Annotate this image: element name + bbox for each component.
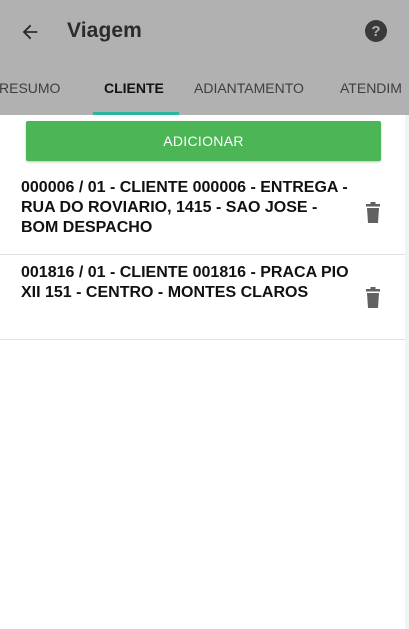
app-bar: Viagem ? RESUMO CLIENTE ADIANTAMENTO ATE… [0, 0, 409, 115]
list-item[interactable]: 000006 / 01 - CLIENTE 000006 - ENTREGA -… [0, 170, 409, 255]
page-title: Viagem [67, 19, 142, 42]
help-circle-icon: ? [371, 22, 381, 40]
back-button[interactable] [16, 18, 44, 46]
add-button[interactable]: ADICIONAR [26, 121, 381, 161]
trash-icon[interactable] [365, 202, 381, 224]
arrow-left-icon [22, 24, 38, 40]
active-tab-indicator [93, 112, 179, 115]
list-item-label: 000006 / 01 - CLIENTE 000006 - ENTREGA -… [21, 179, 348, 236]
client-list: 000006 / 01 - CLIENTE 000006 - ENTREGA -… [0, 170, 409, 340]
tab-cliente[interactable]: CLIENTE [104, 64, 164, 115]
tab-bar: RESUMO CLIENTE ADIANTAMENTO ATENDIM [0, 64, 409, 115]
scroll-edge [405, 115, 409, 629]
tab-resumo[interactable]: RESUMO [0, 64, 60, 115]
toolbar: Viagem ? [0, 0, 409, 64]
help-button[interactable]: ? [365, 20, 387, 42]
trash-icon[interactable] [365, 287, 381, 309]
tab-atendimento[interactable]: ATENDIM [340, 64, 402, 115]
list-item-label: 001816 / 01 - CLIENTE 001816 - PRACA PIO… [21, 264, 349, 301]
list-item[interactable]: 001816 / 01 - CLIENTE 001816 - PRACA PIO… [0, 255, 409, 340]
tab-adiantamento[interactable]: ADIANTAMENTO [194, 64, 304, 115]
